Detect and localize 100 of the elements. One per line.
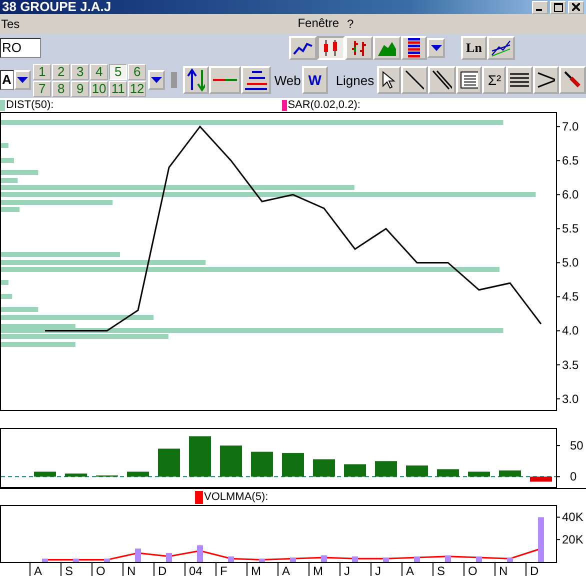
- web-button[interactable]: W: [302, 66, 328, 94]
- oscillator-bar: [375, 461, 397, 477]
- minimize-button[interactable]: [532, 0, 548, 14]
- chart-lines-icon: [491, 39, 511, 57]
- month-label: A: [34, 564, 42, 576]
- symbol-field[interactable]: RO: [0, 38, 41, 58]
- style-field[interactable]: A: [0, 70, 14, 90]
- legend-label: SAR(0.02,0.2):: [288, 99, 360, 111]
- oscillator-bar: [282, 453, 304, 477]
- axis-label: 20K: [562, 532, 584, 547]
- volume-bar: [135, 548, 141, 562]
- window-title: 38 GROUPE J.A.J: [1, 0, 112, 14]
- parallel-lines-icon: [432, 70, 452, 90]
- axis-ticks: [556, 445, 560, 478]
- maximize-icon: [554, 2, 562, 12]
- axis-label: 4.5: [562, 290, 579, 304]
- horizontal-lines-icon: [510, 72, 529, 88]
- period-button[interactable]: 5: [109, 64, 128, 80]
- hlines-tool-button[interactable]: [506, 66, 533, 94]
- maximize-button[interactable]: [550, 0, 566, 14]
- oscillator-bar: [406, 465, 428, 477]
- month-label: D: [158, 564, 167, 576]
- diagonal-line-icon: [405, 70, 424, 90]
- axis-label: 5.5: [562, 222, 579, 236]
- period-button[interactable]: 12: [128, 80, 146, 96]
- period-button[interactable]: 2: [52, 64, 70, 80]
- oscillator-bar: [34, 472, 56, 477]
- menu-item[interactable]: Fenêtre: [298, 16, 340, 32]
- month-label: A: [406, 564, 414, 576]
- volume-bar: [538, 517, 544, 562]
- pointer-tool-button[interactable]: [377, 66, 402, 94]
- period-button[interactable]: 11: [109, 80, 128, 96]
- oscillator-bar: [313, 459, 335, 477]
- period-button[interactable]: 4: [90, 64, 108, 80]
- axis-label: 0: [570, 470, 577, 484]
- sigma-tool-button[interactable]: Σ²: [482, 66, 506, 94]
- menu-item[interactable]: Tes: [1, 17, 20, 31]
- volume-bar: [73, 558, 79, 562]
- period-button[interactable]: 10: [90, 80, 108, 96]
- eraser-tool-button[interactable]: [559, 66, 586, 94]
- oscillator-bar: [127, 472, 149, 477]
- text-tool-button[interactable]: [456, 66, 482, 94]
- parallel-tool-button[interactable]: [428, 66, 456, 94]
- volume-bar: [42, 558, 48, 562]
- period-button[interactable]: 1: [33, 64, 52, 80]
- candle-chart-button[interactable]: [317, 36, 345, 60]
- oscillator-bar: [251, 452, 273, 477]
- oscillator-bar: [189, 436, 211, 477]
- volume-bar: [290, 558, 296, 562]
- legend-label: DIST(50):: [6, 99, 54, 111]
- oscillator-bar: [468, 472, 490, 477]
- bar-chart-button[interactable]: [345, 36, 373, 60]
- axis-label: 6.0: [562, 188, 579, 202]
- sort-button[interactable]: [182, 66, 210, 94]
- line-tool-button[interactable]: [401, 66, 428, 94]
- oscillator-bar: [220, 446, 242, 477]
- menu-item[interactable]: ?: [347, 17, 354, 31]
- period-button[interactable]: 9: [71, 80, 90, 96]
- oscillator-bar: [530, 476, 552, 482]
- month-label: S: [437, 564, 446, 576]
- dropdown-button[interactable]: [148, 70, 166, 90]
- angle-tool-button[interactable]: [532, 66, 560, 94]
- month-label: A: [282, 564, 290, 576]
- grip-bar: [171, 72, 177, 88]
- month-label: J: [344, 564, 350, 576]
- month-label: M: [251, 564, 261, 576]
- oscillator-bar: [344, 464, 366, 477]
- line-style-button[interactable]: [209, 66, 242, 94]
- lines-label: Lignes: [336, 72, 374, 88]
- stacked-lines-icon: [245, 70, 268, 90]
- dropdown-button[interactable]: [14, 70, 32, 90]
- area-chart-button[interactable]: [373, 36, 401, 60]
- axis-label: 5.0: [562, 256, 579, 270]
- month-label: O: [468, 564, 478, 576]
- period-button[interactable]: 8: [52, 80, 70, 96]
- oscillator-bar: [65, 474, 87, 477]
- line-chart-button[interactable]: [289, 36, 317, 60]
- axis-label: 50: [570, 438, 584, 453]
- levels-button[interactable]: [241, 66, 272, 94]
- text-box-icon: [460, 71, 478, 89]
- bar-chart-icon: [349, 39, 369, 57]
- axis-label: 3.0: [562, 392, 579, 406]
- oscillator-bar: [158, 448, 180, 477]
- period-button[interactable]: 7: [33, 80, 52, 96]
- indicator-button[interactable]: [487, 36, 515, 60]
- axis-label: 3.5: [562, 358, 579, 372]
- month-label: M: [313, 564, 323, 576]
- period-button[interactable]: 6: [128, 64, 146, 80]
- month-label: O: [96, 564, 106, 576]
- volume-bar: [104, 558, 110, 562]
- colorbars-chart-button[interactable]: [401, 36, 427, 60]
- eraser-icon: [563, 70, 582, 90]
- oscillator-bar: [437, 469, 459, 477]
- close-button[interactable]: [568, 0, 584, 14]
- dropdown-button[interactable]: [427, 38, 445, 58]
- axis-label: 40K: [562, 510, 584, 524]
- close-icon: [572, 3, 580, 11]
- period-button[interactable]: 3: [71, 64, 90, 80]
- caret-icon: [430, 44, 442, 52]
- log-scale-button[interactable]: Ln: [461, 36, 487, 60]
